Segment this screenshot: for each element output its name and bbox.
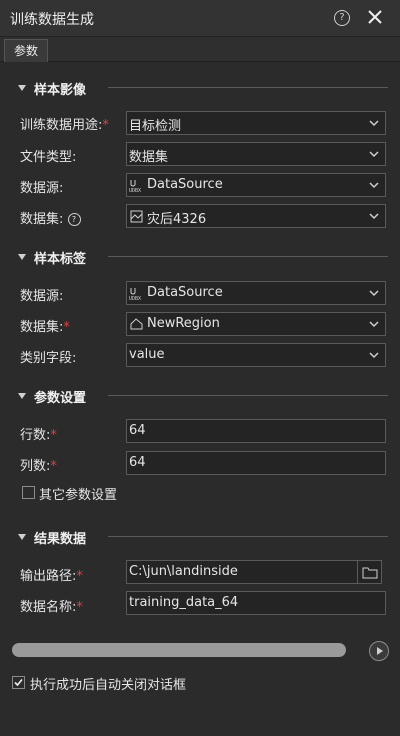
window-title: 训练数据生成	[10, 12, 94, 28]
browse-folder-button[interactable]	[357, 560, 382, 584]
cols-label: 列数:*	[20, 459, 57, 474]
run-button[interactable]	[369, 641, 389, 661]
chevron-down-icon	[369, 290, 379, 297]
auto-close-checkbox[interactable]	[12, 676, 25, 689]
chevron-down-icon	[369, 182, 379, 189]
label-dataset-label: 数据集:*	[20, 320, 70, 335]
section-sample-image-header[interactable]: 样本影像	[18, 79, 388, 99]
chevron-down-icon	[18, 393, 26, 399]
image-datasource-label: 数据源:	[20, 181, 64, 196]
region-dataset-icon	[130, 318, 143, 330]
svg-text:UDBX: UDBX	[129, 296, 141, 301]
other-params-label[interactable]: 其它参数设置	[39, 484, 117, 503]
title-bar: 训练数据生成 ?	[0, 0, 400, 37]
play-icon	[377, 647, 383, 655]
output-path-input[interactable]: C:\jun\landinside	[126, 560, 359, 584]
udb-icon: UDBX	[129, 180, 141, 193]
raster-dataset-icon	[130, 210, 143, 223]
label-datasource-dropdown[interactable]: UDBX DataSource	[126, 281, 386, 305]
rows-label: 行数:*	[20, 428, 57, 443]
folder-icon	[362, 567, 378, 579]
close-icon[interactable]	[366, 8, 384, 26]
cols-input[interactable]: 64	[126, 451, 386, 475]
chevron-down-icon	[369, 352, 379, 359]
filetype-label: 文件类型:	[20, 150, 77, 165]
data-name-input[interactable]: training_data_64	[126, 591, 386, 615]
section-title: 样本标签	[34, 252, 87, 267]
label-datasource-label: 数据源:	[20, 289, 64, 304]
help-icon[interactable]: ?	[67, 213, 81, 226]
chevron-down-icon	[18, 254, 26, 260]
section-title: 结果数据	[34, 532, 87, 547]
chevron-down-icon	[369, 321, 379, 328]
udb-icon: UDBX	[129, 288, 141, 301]
auto-close-label[interactable]: 执行成功后自动关闭对话框	[30, 674, 186, 693]
image-datasource-dropdown[interactable]: UDBX DataSource	[126, 173, 386, 197]
rows-input[interactable]: 64	[126, 419, 386, 443]
section-result-header[interactable]: 结果数据	[18, 528, 388, 548]
section-divider	[108, 87, 388, 88]
section-divider	[108, 256, 388, 257]
section-title: 参数设置	[34, 391, 87, 406]
section-divider	[108, 536, 388, 537]
svg-text:UDBX: UDBX	[129, 188, 141, 193]
chevron-down-icon	[18, 534, 26, 540]
section-sample-label-header[interactable]: 样本标签	[18, 248, 388, 268]
class-field-label: 类别字段:	[20, 351, 77, 366]
tab-strip: 参数	[0, 37, 400, 62]
chevron-down-icon	[369, 151, 379, 158]
help-icon[interactable]: ?	[334, 10, 350, 26]
label-dataset-dropdown[interactable]: NewRegion	[126, 312, 386, 336]
usage-label: 训练数据用途:*	[20, 118, 109, 133]
section-params-header[interactable]: 参数设置	[18, 387, 388, 407]
data-name-label: 数据名称:*	[20, 600, 83, 615]
other-params-checkbox[interactable]	[22, 486, 35, 499]
section-divider	[108, 395, 388, 396]
progress-bar	[12, 643, 346, 657]
tab-params[interactable]: 参数	[4, 39, 48, 62]
chevron-down-icon	[369, 120, 379, 127]
params-panel: 样本影像 训练数据用途:* 目标检测 文件类型: 数据集 数据源: UDBX D…	[4, 62, 396, 732]
class-field-dropdown[interactable]: value	[126, 343, 386, 367]
filetype-dropdown[interactable]: 数据集	[126, 142, 386, 166]
image-dataset-label: 数据集: ?	[20, 208, 81, 227]
image-dataset-dropdown[interactable]: 灾后4326	[126, 204, 386, 228]
checkmark-icon	[14, 678, 23, 687]
section-title: 样本影像	[34, 83, 87, 98]
chevron-down-icon	[369, 213, 379, 220]
output-path-label: 输出路径:*	[20, 569, 83, 584]
chevron-down-icon	[18, 85, 26, 91]
usage-dropdown[interactable]: 目标检测	[126, 111, 386, 135]
